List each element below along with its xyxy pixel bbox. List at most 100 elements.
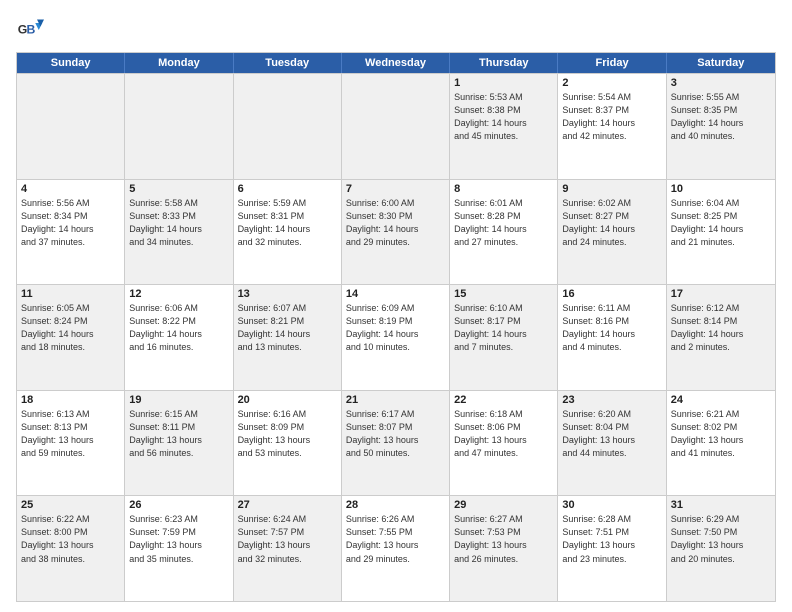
day-info: Sunrise: 6:20 AM Sunset: 8:04 PM Dayligh… <box>562 408 661 460</box>
calendar-empty-cell <box>234 74 342 179</box>
calendar-day-9: 9Sunrise: 6:02 AM Sunset: 8:27 PM Daylig… <box>558 180 666 285</box>
day-number: 14 <box>346 288 445 300</box>
day-number: 23 <box>562 394 661 406</box>
day-info: Sunrise: 6:26 AM Sunset: 7:55 PM Dayligh… <box>346 513 445 565</box>
header-day-saturday: Saturday <box>667 53 775 73</box>
day-number: 26 <box>129 499 228 511</box>
day-number: 29 <box>454 499 553 511</box>
calendar-day-31: 31 Sunrise: 6:29 AM Sunset: 7:50 PM Dayli… <box>667 496 775 601</box>
day-number: 27 <box>238 499 337 511</box>
page-header: G B <box>16 16 776 44</box>
day-info: Sunrise: 5:54 AM Sunset: 8:37 PM Dayligh… <box>562 91 661 143</box>
day-number: 3 <box>671 77 771 89</box>
day-info: Sunrise: 5:58 AM Sunset: 8:33 PM Dayligh… <box>129 197 228 249</box>
day-info: Sunrise: 6:24 AM Sunset: 7:57 PM Dayligh… <box>238 513 337 565</box>
calendar-day-23: 23 Sunrise: 6:20 AM Sunset: 8:04 PM Dayli… <box>558 391 666 496</box>
calendar-empty-cell <box>342 74 450 179</box>
day-number: 6 <box>238 183 337 195</box>
day-info: Sunrise: 6:18 AM Sunset: 8:06 PM Dayligh… <box>454 408 553 460</box>
calendar-header: SundayMondayTuesdayWednesdayThursdayFrid… <box>17 53 775 73</box>
calendar-day-3: 3Sunrise: 5:55 AM Sunset: 8:35 PM Daylig… <box>667 74 775 179</box>
calendar-day-5: 5 Sunrise: 5:58 AM Sunset: 8:33 PM Daylig… <box>125 180 233 285</box>
day-number: 11 <box>21 288 120 300</box>
day-number: 13 <box>238 288 337 300</box>
day-number: 12 <box>129 288 228 300</box>
day-number: 25 <box>21 499 120 511</box>
calendar-row-3: 11 Sunrise: 6:05 AM Sunset: 8:24 PM Dayli… <box>17 284 775 390</box>
day-number: 10 <box>671 183 771 195</box>
header-day-monday: Monday <box>125 53 233 73</box>
day-info: Sunrise: 5:59 AM Sunset: 8:31 PM Dayligh… <box>238 197 337 249</box>
day-info: Sunrise: 6:11 AM Sunset: 8:16 PM Dayligh… <box>562 302 661 354</box>
calendar-day-20: 20 Sunrise: 6:16 AM Sunset: 8:09 PM Dayli… <box>234 391 342 496</box>
day-info: Sunrise: 6:23 AM Sunset: 7:59 PM Dayligh… <box>129 513 228 565</box>
day-number: 19 <box>129 394 228 406</box>
day-number: 28 <box>346 499 445 511</box>
calendar-day-29: 29 Sunrise: 6:27 AM Sunset: 7:53 PM Dayli… <box>450 496 558 601</box>
calendar-day-28: 28 Sunrise: 6:26 AM Sunset: 7:55 PM Dayli… <box>342 496 450 601</box>
calendar-day-24: 24 Sunrise: 6:21 AM Sunset: 8:02 PM Dayli… <box>667 391 775 496</box>
calendar-row-2: 4Sunrise: 5:56 AM Sunset: 8:34 PM Daylig… <box>17 179 775 285</box>
day-info: Sunrise: 6:16 AM Sunset: 8:09 PM Dayligh… <box>238 408 337 460</box>
day-number: 24 <box>671 394 771 406</box>
day-number: 15 <box>454 288 553 300</box>
calendar-empty-cell <box>125 74 233 179</box>
calendar-day-8: 8 Sunrise: 6:01 AM Sunset: 8:28 PM Daylig… <box>450 180 558 285</box>
day-info: Sunrise: 5:56 AM Sunset: 8:34 PM Dayligh… <box>21 197 120 249</box>
svg-text:B: B <box>27 23 36 37</box>
calendar-day-15: 15 Sunrise: 6:10 AM Sunset: 8:17 PM Dayli… <box>450 285 558 390</box>
calendar-day-22: 22Sunrise: 6:18 AM Sunset: 8:06 PM Dayli… <box>450 391 558 496</box>
calendar-empty-cell <box>17 74 125 179</box>
day-number: 7 <box>346 183 445 195</box>
day-info: Sunrise: 6:17 AM Sunset: 8:07 PM Dayligh… <box>346 408 445 460</box>
calendar-day-6: 6 Sunrise: 5:59 AM Sunset: 8:31 PM Daylig… <box>234 180 342 285</box>
day-number: 30 <box>562 499 661 511</box>
calendar-day-11: 11 Sunrise: 6:05 AM Sunset: 8:24 PM Dayli… <box>17 285 125 390</box>
calendar: SundayMondayTuesdayWednesdayThursdayFrid… <box>16 52 776 602</box>
day-number: 18 <box>21 394 120 406</box>
day-info: Sunrise: 6:13 AM Sunset: 8:13 PM Dayligh… <box>21 408 120 460</box>
calendar-day-13: 13 Sunrise: 6:07 AM Sunset: 8:21 PM Dayli… <box>234 285 342 390</box>
day-info: Sunrise: 6:29 AM Sunset: 7:50 PM Dayligh… <box>671 513 771 565</box>
calendar-day-25: 25 Sunrise: 6:22 AM Sunset: 8:00 PM Dayli… <box>17 496 125 601</box>
header-day-friday: Friday <box>558 53 666 73</box>
header-day-thursday: Thursday <box>450 53 558 73</box>
day-info: Sunrise: 6:05 AM Sunset: 8:24 PM Dayligh… <box>21 302 120 354</box>
header-day-tuesday: Tuesday <box>234 53 342 73</box>
day-info: Sunrise: 6:22 AM Sunset: 8:00 PM Dayligh… <box>21 513 120 565</box>
calendar-day-17: 17Sunrise: 6:12 AM Sunset: 8:14 PM Dayli… <box>667 285 775 390</box>
calendar-day-2: 2 Sunrise: 5:54 AM Sunset: 8:37 PM Daylig… <box>558 74 666 179</box>
calendar-day-21: 21Sunrise: 6:17 AM Sunset: 8:07 PM Dayli… <box>342 391 450 496</box>
day-info: Sunrise: 6:00 AM Sunset: 8:30 PM Dayligh… <box>346 197 445 249</box>
day-info: Sunrise: 6:04 AM Sunset: 8:25 PM Dayligh… <box>671 197 771 249</box>
calendar-row-1: 1 Sunrise: 5:53 AM Sunset: 8:38 PM Daylig… <box>17 73 775 179</box>
calendar-day-19: 19 Sunrise: 6:15 AM Sunset: 8:11 PM Dayli… <box>125 391 233 496</box>
header-day-wednesday: Wednesday <box>342 53 450 73</box>
day-number: 20 <box>238 394 337 406</box>
day-info: Sunrise: 6:27 AM Sunset: 7:53 PM Dayligh… <box>454 513 553 565</box>
calendar-day-18: 18 Sunrise: 6:13 AM Sunset: 8:13 PM Dayli… <box>17 391 125 496</box>
calendar-day-4: 4Sunrise: 5:56 AM Sunset: 8:34 PM Daylig… <box>17 180 125 285</box>
day-info: Sunrise: 6:07 AM Sunset: 8:21 PM Dayligh… <box>238 302 337 354</box>
day-number: 9 <box>562 183 661 195</box>
calendar-day-26: 26 Sunrise: 6:23 AM Sunset: 7:59 PM Dayli… <box>125 496 233 601</box>
day-info: Sunrise: 5:53 AM Sunset: 8:38 PM Dayligh… <box>454 91 553 143</box>
calendar-day-14: 14Sunrise: 6:09 AM Sunset: 8:19 PM Dayli… <box>342 285 450 390</box>
day-info: Sunrise: 6:15 AM Sunset: 8:11 PM Dayligh… <box>129 408 228 460</box>
logo: G B <box>16 16 48 44</box>
day-number: 5 <box>129 183 228 195</box>
day-number: 1 <box>454 77 553 89</box>
day-number: 8 <box>454 183 553 195</box>
day-number: 2 <box>562 77 661 89</box>
day-number: 31 <box>671 499 771 511</box>
calendar-body: 1 Sunrise: 5:53 AM Sunset: 8:38 PM Daylig… <box>17 73 775 601</box>
day-number: 16 <box>562 288 661 300</box>
day-info: Sunrise: 6:01 AM Sunset: 8:28 PM Dayligh… <box>454 197 553 249</box>
logo-icon: G B <box>16 16 44 44</box>
day-info: Sunrise: 6:21 AM Sunset: 8:02 PM Dayligh… <box>671 408 771 460</box>
calendar-day-7: 7 Sunrise: 6:00 AM Sunset: 8:30 PM Daylig… <box>342 180 450 285</box>
header-day-sunday: Sunday <box>17 53 125 73</box>
day-info: Sunrise: 6:10 AM Sunset: 8:17 PM Dayligh… <box>454 302 553 354</box>
calendar-day-27: 27 Sunrise: 6:24 AM Sunset: 7:57 PM Dayli… <box>234 496 342 601</box>
day-info: Sunrise: 6:06 AM Sunset: 8:22 PM Dayligh… <box>129 302 228 354</box>
